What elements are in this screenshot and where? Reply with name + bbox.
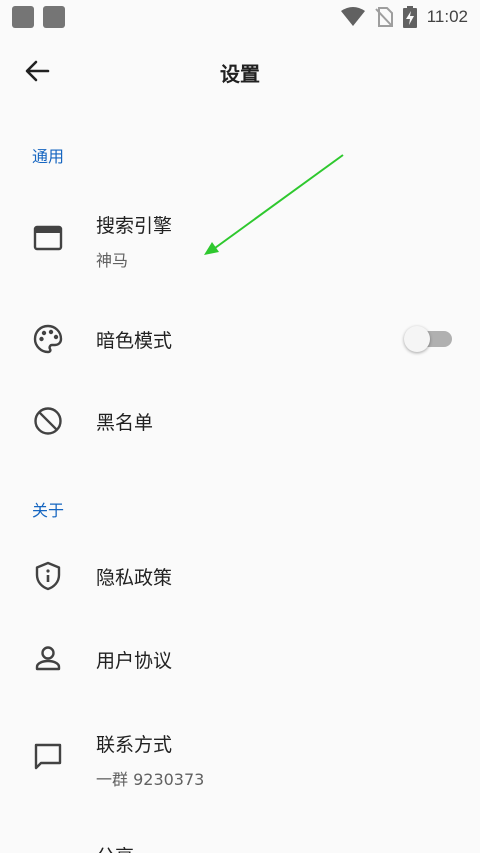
setting-title: 黑名单 (96, 412, 154, 434)
browser-window-icon (33, 225, 63, 251)
setting-title: 隐私政策 (96, 567, 173, 589)
dark-mode-toggle[interactable] (404, 326, 454, 352)
setting-contact[interactable]: 联系方式 一群 9230373 (0, 715, 480, 805)
section-header-about: 关于 (32, 501, 65, 520)
toolbar: 设置 (0, 34, 480, 106)
person-icon (35, 646, 61, 671)
chat-bubble-icon (34, 743, 62, 770)
setting-title: 联系方式 (96, 734, 173, 756)
setting-privacy-policy[interactable]: 隐私政策 (0, 541, 480, 611)
setting-share[interactable]: 分享 (96, 842, 134, 853)
battery-charging-icon (402, 6, 417, 28)
wifi-icon (340, 7, 365, 26)
notification-icon (12, 6, 34, 28)
toggle-thumb (404, 326, 430, 352)
setting-search-engine[interactable]: 搜索引擎 神马 (0, 196, 480, 286)
section-header-general: 通用 (32, 147, 65, 166)
setting-title: 搜索引擎 (96, 215, 173, 237)
setting-user-agreement[interactable]: 用户协议 (0, 624, 480, 694)
system-icons: 11:02 (340, 6, 468, 28)
notification-icons (12, 6, 65, 28)
page-title: 设置 (220, 62, 260, 86)
palette-icon (33, 324, 63, 354)
setting-title: 用户协议 (96, 650, 173, 672)
setting-summary: 一群 9230373 (96, 770, 205, 789)
setting-dark-mode[interactable]: 暗色模式 (0, 304, 480, 374)
notification-icon (43, 6, 65, 28)
clock: 11:02 (426, 7, 468, 26)
setting-blacklist[interactable]: 黑名单 (0, 386, 480, 456)
settings-screen: 11:02 设置 通用 搜索引擎 神马 暗色模式 黑名单 关于 隐私政策 用户协… (0, 0, 480, 853)
setting-summary: 神马 (96, 251, 129, 270)
block-icon (34, 407, 62, 435)
setting-title: 暗色模式 (96, 330, 173, 352)
status-bar: 11:02 (0, 0, 480, 34)
shield-info-icon (35, 561, 61, 591)
no-sim-icon (374, 7, 393, 27)
